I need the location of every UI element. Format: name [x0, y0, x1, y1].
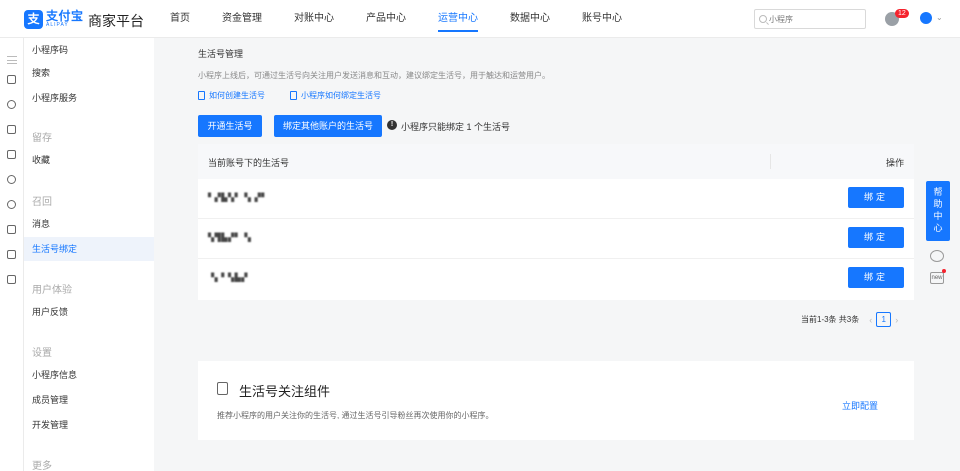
nav-reconciliation[interactable]: 对账中心	[294, 0, 334, 38]
nav-home[interactable]: 首页	[170, 0, 190, 38]
sidebar-item-members[interactable]: 成员管理	[24, 388, 154, 412]
help-center-button[interactable]: 帮 助 中 心	[926, 181, 950, 241]
sidebar-item-lifeaccount-binding[interactable]: 生活号绑定	[24, 237, 154, 261]
table-header: 当前账号下的生活号 操作	[198, 144, 914, 179]
logo-text-en: ALIPAY	[46, 22, 69, 28]
sidebar-item-messages[interactable]: 消息	[24, 212, 154, 236]
top-navigation-bar: 支 支付宝 ALIPAY 商家平台 首页 资金管理 对账中心 产品中心 运营中心…	[0, 0, 960, 38]
bind-button[interactable]: 绑定	[848, 187, 904, 208]
sidebar-group-recall: 召回	[32, 197, 52, 208]
configure-now-link[interactable]: 立即配置	[842, 399, 878, 412]
info-icon: !	[387, 120, 397, 130]
alipay-logo[interactable]: 支 支付宝 ALIPAY	[24, 9, 84, 29]
document-icon[interactable]	[7, 125, 16, 134]
card-title: 生活号关注组件	[239, 384, 331, 399]
cube-icon[interactable]	[7, 175, 16, 184]
platform-name: 商家平台	[88, 13, 144, 29]
table-row: ▚▜▙▞▘▝▖ 绑定	[198, 219, 914, 259]
page-title: 生活号管理	[198, 49, 244, 59]
column-divider	[770, 154, 771, 169]
nav-operations[interactable]: 运营中心	[438, 0, 478, 38]
new-dot-badge	[942, 269, 946, 273]
sidebar-group-settings: 设置	[32, 348, 52, 359]
monitor-icon[interactable]	[7, 75, 16, 84]
card-description: 推荐小程序的用户关注你的生活号, 通过生活号引导粉丝再次使用你的小程序。	[217, 411, 494, 420]
page-description: 小程序上线后，可通过生活号向关注用户发送消息和互动，建议绑定生活号，用于触达和运…	[198, 71, 550, 80]
icon-rail	[0, 38, 24, 471]
notification-badge: 12	[895, 9, 909, 18]
sidebar-item-miniprogram-service[interactable]: 小程序服务	[24, 86, 154, 110]
link-how-to-bind-label: 小程序如何绑定生活号	[301, 91, 381, 100]
column-header-action: 操作	[885, 158, 904, 168]
lifeaccount-name: ▝▖▘▚▙▞	[208, 273, 248, 282]
new-feature-icon[interactable]: new	[930, 272, 944, 284]
link-how-to-create-label: 如何创建生活号	[209, 91, 265, 100]
list-icon[interactable]	[7, 250, 16, 259]
gauge-icon[interactable]	[7, 200, 16, 209]
prev-page-button[interactable]: ‹	[869, 315, 872, 325]
nav-data[interactable]: 数据中心	[510, 0, 550, 38]
sidebar-group-more: 更多	[32, 461, 52, 471]
help-char: 心	[933, 223, 943, 233]
sidebar-item-favorites[interactable]: 收藏	[24, 148, 154, 172]
sidebar-group-experience: 用户体验	[32, 285, 72, 296]
bind-other-account-button[interactable]: 绑定其他账户的生活号	[274, 115, 382, 137]
help-char: 助	[933, 199, 943, 209]
column-header-name: 当前账号下的生活号	[208, 158, 290, 168]
search-icon	[759, 15, 767, 23]
lifeaccount-table: 当前账号下的生活号 操作 ▘▞▙▚▘▝▖▞▘ 绑定 ▚▜▙▞▘▝▖ 绑定 ▝▖▘…	[198, 144, 914, 300]
component-icon	[217, 382, 228, 395]
link-how-to-create[interactable]: 如何创建生活号	[198, 90, 265, 101]
lifeaccount-name: ▘▞▙▚▘▝▖▞▘	[208, 193, 268, 202]
sidebar-item-search[interactable]: 搜索	[24, 61, 154, 85]
next-page-button[interactable]: ›	[895, 315, 898, 325]
compass-icon[interactable]	[7, 100, 16, 109]
table-row: ▝▖▘▚▙▞ 绑定	[198, 259, 914, 299]
sidebar-item-feedback[interactable]: 用户反馈	[24, 300, 154, 324]
help-char: 帮	[933, 187, 943, 197]
wallet-icon[interactable]	[7, 225, 16, 234]
search-box[interactable]	[754, 9, 866, 29]
nav-account[interactable]: 账号中心	[582, 0, 622, 38]
bag-icon[interactable]	[7, 150, 16, 159]
report-icon[interactable]	[7, 275, 16, 284]
sidebar: 小程序码 搜索 小程序服务 留存 收藏 召回 消息 生活号绑定 用户体验 用户反…	[24, 38, 154, 471]
main-nav: 首页 资金管理 对账中心 产品中心 运营中心 数据中心 账号中心	[170, 0, 654, 38]
chevron-down-icon[interactable]: ⌄	[936, 13, 943, 22]
menu-icon[interactable]	[7, 56, 17, 64]
document-icon	[290, 91, 297, 100]
sidebar-item-miniprogram-info[interactable]: 小程序信息	[24, 363, 154, 387]
bind-button[interactable]: 绑定	[848, 227, 904, 248]
open-lifeaccount-button[interactable]: 开通生活号	[198, 115, 262, 137]
lifeaccount-name: ▚▜▙▞▘▝▖	[208, 233, 255, 242]
bind-limit-note: 小程序只能绑定 1 个生活号	[401, 122, 511, 132]
customer-service-icon[interactable]	[930, 250, 944, 262]
pagination-summary: 当前1-3条 共3条	[801, 315, 860, 324]
alipay-logo-icon: 支	[24, 9, 43, 29]
pagination: 当前1-3条 共3条 ‹ 1 ›	[801, 312, 902, 327]
follow-component-card: 生活号关注组件 推荐小程序的用户关注你的生活号, 通过生活号引导粉丝再次使用你的…	[198, 361, 914, 440]
page-number-button[interactable]: 1	[876, 312, 892, 327]
logo-text-cn: 支付宝	[46, 9, 84, 23]
nav-funds[interactable]: 资金管理	[222, 0, 262, 38]
avatar[interactable]	[920, 12, 932, 24]
sidebar-item-miniprogram-code[interactable]: 小程序码	[24, 38, 154, 62]
help-char: 中	[933, 211, 943, 221]
search-input[interactable]	[769, 14, 859, 24]
bind-button[interactable]: 绑定	[848, 267, 904, 288]
sidebar-group-retain: 留存	[32, 133, 52, 144]
document-icon	[198, 91, 205, 100]
sidebar-item-development[interactable]: 开发管理	[24, 413, 154, 437]
table-row: ▘▞▙▚▘▝▖▞▘ 绑定	[198, 179, 914, 219]
link-how-to-bind[interactable]: 小程序如何绑定生活号	[290, 90, 381, 101]
nav-products[interactable]: 产品中心	[366, 0, 406, 38]
